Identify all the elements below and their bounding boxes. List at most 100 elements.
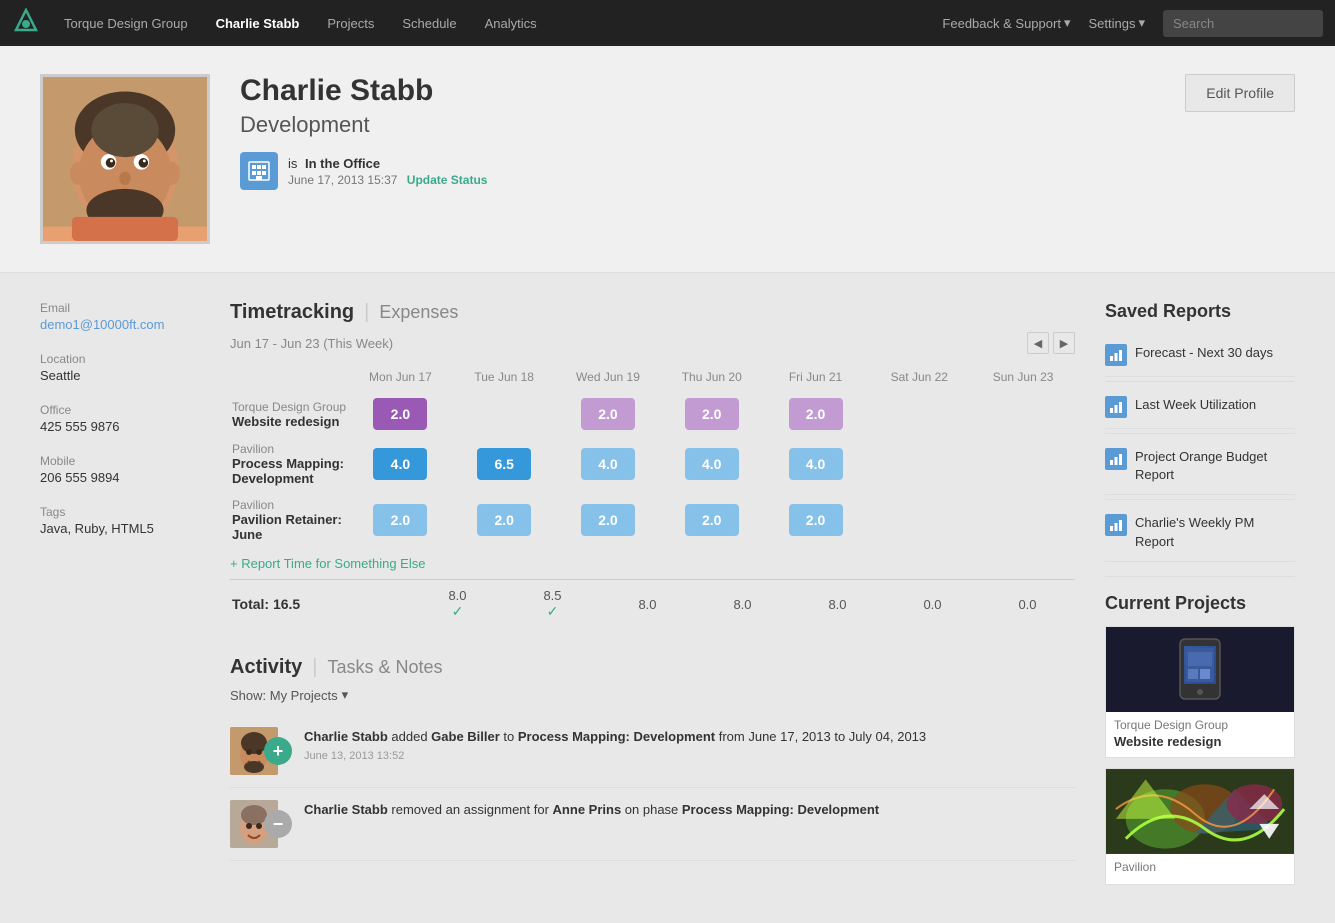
building-icon (247, 159, 271, 183)
time-entry-cell[interactable]: 2.0 (349, 392, 453, 436)
activity-separator: | (312, 656, 317, 679)
col-sun: Sun Jun 23 (971, 366, 1075, 392)
tasks-tab[interactable]: Tasks & Notes (327, 657, 442, 678)
time-entry-cell[interactable]: 4.0 (660, 436, 764, 492)
tags-value: Java, Ruby, HTML5 (40, 521, 200, 536)
time-badge[interactable]: 2.0 (373, 398, 427, 430)
project-task: Pavilion Retainer: June (232, 512, 347, 542)
settings-menu[interactable]: Settings ▾ (1088, 15, 1145, 31)
time-entry-cell[interactable]: 2.0 (452, 492, 556, 548)
time-table: Mon Jun 17 Tue Jun 18 Wed Jun 19 Thu (230, 366, 1075, 548)
time-badge[interactable]: 2.0 (789, 398, 843, 430)
time-badge[interactable]: 2.0 (477, 504, 531, 536)
check-mon: ✓ (412, 603, 503, 620)
time-badge[interactable]: 4.0 (789, 448, 843, 480)
feedback-menu[interactable]: Feedback & Support ▾ (942, 15, 1070, 31)
nav-schedule[interactable]: Schedule (388, 0, 470, 46)
office-label: Office (40, 403, 200, 417)
time-badge[interactable]: 6.5 (477, 448, 531, 480)
expenses-tab[interactable]: Expenses (379, 302, 458, 323)
total-sun: 0.0 (980, 580, 1075, 629)
project-client: Pavilion (232, 498, 347, 512)
time-entry-cell[interactable]: 2.0 (660, 392, 764, 436)
nav-charlie[interactable]: Charlie Stabb (202, 0, 314, 46)
time-badge[interactable]: 4.0 (581, 448, 635, 480)
email-link[interactable]: demo1@10000ft.com (40, 317, 200, 332)
time-badge[interactable]: 2.0 (685, 504, 739, 536)
nav-brand[interactable]: Torque Design Group (50, 0, 202, 46)
time-badge[interactable]: 4.0 (685, 448, 739, 480)
report-item[interactable]: Project Orange Budget Report (1105, 438, 1295, 495)
status-text-block: is In the Office June 17, 2013 15:37 Upd… (288, 156, 487, 187)
report-icon (1105, 396, 1127, 418)
tags-label: Tags (40, 505, 200, 519)
time-badge[interactable]: 2.0 (373, 504, 427, 536)
time-entry-cell[interactable] (971, 392, 1075, 436)
status-line: is In the Office (288, 156, 487, 171)
profile-status: is In the Office June 17, 2013 15:37 Upd… (240, 152, 1185, 190)
time-entry-cell[interactable]: 2.0 (660, 492, 764, 548)
time-entry-cell[interactable]: 6.5 (452, 436, 556, 492)
avatar (40, 74, 210, 244)
time-entry-cell[interactable]: 2.0 (556, 492, 660, 548)
prev-week-button[interactable]: ◀ (1027, 332, 1049, 354)
report-name: Last Week Utilization (1135, 396, 1256, 414)
time-entry-cell[interactable] (867, 436, 971, 492)
time-entry-cell[interactable]: 2.0 (764, 492, 868, 548)
time-badge[interactable]: 4.0 (373, 448, 427, 480)
time-entry-cell[interactable] (867, 492, 971, 548)
time-entry-cell[interactable] (867, 392, 971, 436)
search-input[interactable] (1163, 10, 1323, 37)
time-entry-cell[interactable]: 4.0 (349, 436, 453, 492)
report-icon (1105, 448, 1127, 470)
project-card-client-1: Torque Design Group (1106, 712, 1294, 734)
total-wed: 8.0 (600, 580, 695, 629)
project-card-image-1 (1106, 627, 1294, 712)
saved-reports-title: Saved Reports (1105, 301, 1295, 322)
timetracking-section: Timetracking | Expenses Jun 17 - Jun 23 … (230, 301, 1075, 628)
project-card-2[interactable]: Pavilion (1105, 768, 1295, 885)
report-divider (1105, 499, 1295, 500)
project-name-cell: PavilionPavilion Retainer: June (230, 492, 349, 548)
status-timestamp: June 17, 2013 15:37 Update Status (288, 173, 487, 187)
update-status-link[interactable]: Update Status (407, 173, 488, 187)
time-badge[interactable]: 2.0 (685, 398, 739, 430)
week-range: Jun 17 - Jun 23 (This Week) ◀ ▶ (230, 332, 1075, 354)
phone-image-icon (1170, 634, 1230, 704)
contact-email-section: Email demo1@10000ft.com (40, 301, 200, 332)
next-week-button[interactable]: ▶ (1053, 332, 1075, 354)
section-separator: | (364, 301, 369, 324)
profile-header: Charlie Stabb Development is In th (0, 46, 1335, 273)
report-divider (1105, 381, 1295, 382)
project-name-cell: Torque Design GroupWebsite redesign (230, 392, 349, 436)
nav-projects[interactable]: Projects (313, 0, 388, 46)
report-item[interactable]: Forecast - Next 30 days (1105, 334, 1295, 377)
project-row: PavilionProcess Mapping: Development4.06… (230, 436, 1075, 492)
time-badge[interactable]: 2.0 (789, 504, 843, 536)
profile-department: Development (240, 112, 1185, 138)
time-entry-cell[interactable]: 4.0 (764, 436, 868, 492)
contact-location-section: Location Seattle (40, 352, 200, 383)
report-item[interactable]: Last Week Utilization (1105, 386, 1295, 429)
time-entry-cell[interactable]: 2.0 (764, 392, 868, 436)
logo[interactable] (12, 8, 40, 39)
show-filter[interactable]: Show: My Projects ▾ (230, 687, 1075, 703)
time-badge[interactable]: 2.0 (581, 398, 635, 430)
chart-icon (1109, 348, 1123, 362)
time-entry-cell[interactable] (971, 436, 1075, 492)
nav-links: Torque Design Group Charlie Stabb Projec… (50, 0, 942, 46)
time-entry-cell[interactable]: 2.0 (349, 492, 453, 548)
col-fri: Fri Jun 21 (764, 366, 868, 392)
time-badge[interactable]: 2.0 (581, 504, 635, 536)
time-entry-cell[interactable]: 4.0 (556, 436, 660, 492)
time-entry-cell[interactable]: 2.0 (556, 392, 660, 436)
edit-profile-button[interactable]: Edit Profile (1185, 74, 1295, 112)
chart-icon (1109, 452, 1123, 466)
project-card-1[interactable]: Torque Design Group Website redesign (1105, 626, 1295, 758)
report-time-link[interactable]: + Report Time for Something Else (230, 556, 1075, 571)
time-entry-cell[interactable] (452, 392, 556, 436)
time-entry-cell[interactable] (971, 492, 1075, 548)
nav-analytics[interactable]: Analytics (471, 0, 551, 46)
project-client: Pavilion (232, 442, 347, 456)
report-item[interactable]: Charlie's Weekly PM Report (1105, 504, 1295, 561)
